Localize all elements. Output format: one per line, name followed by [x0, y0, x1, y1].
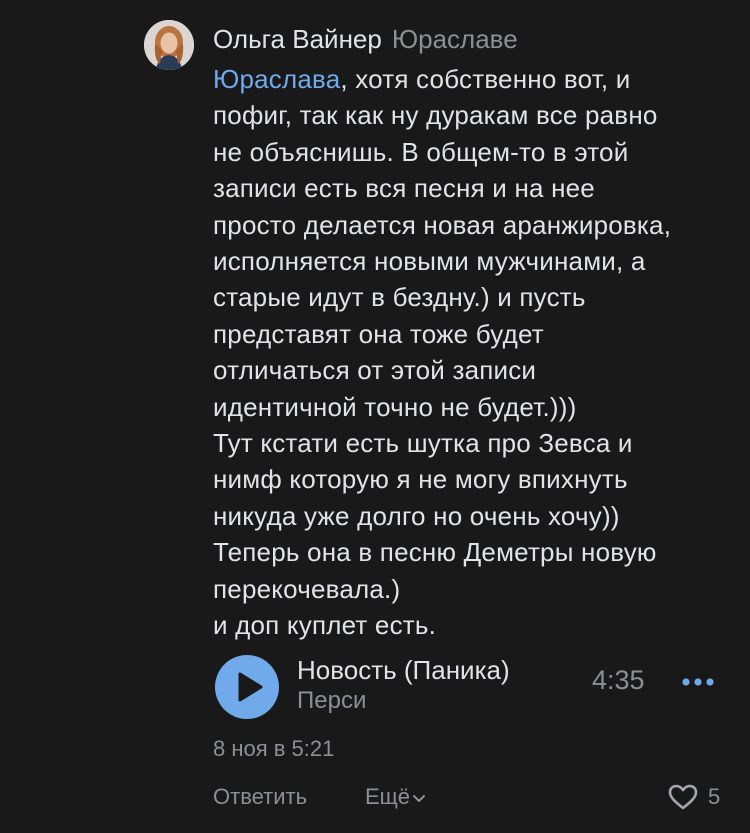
- comment-header: Ольга Вайнер Юраславе: [213, 22, 518, 56]
- comment-text-line: просто делается новая аранжировка,: [213, 209, 672, 240]
- comment-text-line: Юраслава, хотя собственно вот, и: [213, 61, 733, 97]
- more-button[interactable]: Ещё: [365, 782, 426, 812]
- avatar[interactable]: [144, 20, 194, 70]
- comment-text-line: идентичной точно не будет.))): [213, 391, 577, 422]
- avatar-image: [144, 20, 194, 70]
- track-duration: 4:35: [592, 665, 645, 695]
- comment-text-line: Тут кстати есть шутка про Зевса и: [213, 428, 633, 459]
- track-artist[interactable]: Перси: [297, 685, 366, 717]
- comment-text-line: пофиг, так как ну дуракам все равно: [213, 100, 658, 131]
- play-button[interactable]: [215, 655, 279, 719]
- heart-icon: [668, 784, 698, 810]
- chevron-down-icon: [413, 795, 426, 803]
- track-more-button[interactable]: [681, 675, 715, 687]
- comment-text-line: Теперь она в песню Деметры новую: [213, 537, 657, 568]
- comment-text-line: исполняется новыми мужчинами, а: [213, 246, 646, 277]
- comment-text-line: перекочевала.): [213, 573, 401, 604]
- play-icon: [238, 672, 263, 702]
- track-title: Новость (Паника): [297, 655, 510, 685]
- comment-text-line: представят она тоже будет: [213, 318, 544, 349]
- comment-text-line: не объяснишь. В общем-то в этой: [213, 136, 629, 167]
- more-dots-icon: [682, 678, 714, 686]
- reply-to-name[interactable]: Юраславе: [392, 24, 518, 54]
- comment: Ольга Вайнер Юраславе Юраслава, хотя собс…: [0, 0, 750, 833]
- comment-actions: Ответить Ещё 5: [213, 782, 733, 814]
- more-button-label: Ещё: [365, 784, 411, 809]
- like-count: 5: [708, 784, 721, 809]
- comment-text-line: нимф которую я не могу впихнуть: [213, 464, 628, 495]
- comment-text: Юраслава, хотя собственно вот, и пофиг, …: [213, 61, 733, 644]
- audio-attachment[interactable]: Новость (Паника) Перси 4:35: [215, 655, 735, 721]
- comment-text-line: никуда уже долго но очень хочу)): [213, 500, 620, 531]
- comment-timestamp[interactable]: 8 ноя в 5:21: [213, 734, 334, 764]
- author-name[interactable]: Ольга Вайнер: [213, 24, 382, 54]
- comment-text-line: отличаться от этой записи: [213, 355, 537, 386]
- comment-text-line: и доп куплет есть.: [213, 610, 437, 641]
- comment-text-segment: , хотя собственно вот, и: [340, 64, 631, 94]
- mention-link[interactable]: Юраслава: [213, 64, 340, 94]
- reply-button[interactable]: Ответить: [213, 782, 307, 812]
- comment-text-line: старые идут в бездну.) и пусть: [213, 282, 586, 313]
- comment-text-line: записи есть вся песня и на нее: [213, 173, 595, 204]
